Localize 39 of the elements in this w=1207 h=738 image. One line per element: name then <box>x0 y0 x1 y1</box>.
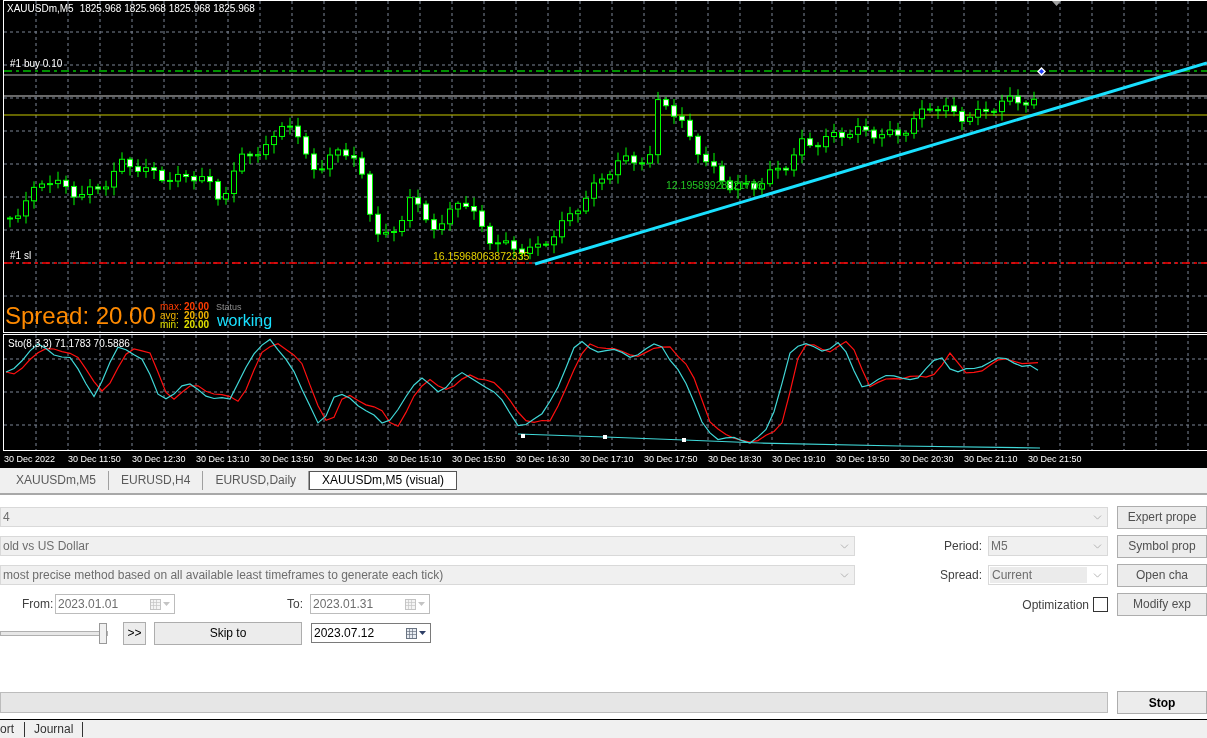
time-axis-label: 30 Dec 21:50 <box>1028 454 1082 465</box>
fast-forward-button[interactable]: >> <box>123 621 146 645</box>
caret-icon <box>163 602 170 606</box>
optimization-label: Optimization <box>1022 597 1089 614</box>
time-axis-label: 30 Dec 2022 <box>4 454 56 465</box>
stop-button[interactable]: Stop <box>1117 691 1207 714</box>
chart-tab[interactable]: XAUUSDm,M5 <box>4 471 109 490</box>
period-label: Period: <box>943 538 982 555</box>
time-axis-label: 30 Dec 12:30 <box>132 454 186 465</box>
time-axis-label: 30 Dec 15:10 <box>388 454 442 465</box>
calendar-icon <box>150 598 161 610</box>
optimization-checkbox[interactable] <box>1093 596 1108 612</box>
caret-icon <box>418 602 425 606</box>
slider-thumb[interactable] <box>99 622 107 644</box>
time-axis-label: 30 Dec 17:50 <box>644 454 698 465</box>
time-axis-label: 30 Dec 11:50 <box>68 454 121 465</box>
chart-tab[interactable]: EURUSD,H4 <box>109 471 204 490</box>
time-axis-label: 30 Dec 13:50 <box>260 454 314 465</box>
caret-icon <box>419 631 426 635</box>
chart-tab[interactable]: XAUUSDm,M5 (visual) <box>309 471 458 490</box>
time-axis-label: 30 Dec 16:30 <box>516 454 570 465</box>
time-axis-label: 30 Dec 17:10 <box>580 454 634 465</box>
time-axis-label: 30 Dec 19:50 <box>836 454 890 465</box>
time-axis-label: 30 Dec 21:10 <box>964 454 1018 465</box>
skip-to-button[interactable]: Skip to <box>154 621 302 645</box>
to-label: To: <box>287 596 303 613</box>
time-axis-label: 30 Dec 18:30 <box>708 454 762 465</box>
bottom-tab[interactable]: Journal <box>25 721 84 737</box>
time-axis-label: 30 Dec 19:10 <box>772 454 826 465</box>
time-axis-label: 30 Dec 15:50 <box>452 454 506 465</box>
time-axis-label: 30 Dec 20:30 <box>900 454 954 465</box>
spread-label: Spread: <box>939 567 982 584</box>
time-axis-label: 30 Dec 14:30 <box>324 454 378 465</box>
time-axis-label: 30 Dec 13:10 <box>196 454 250 465</box>
from-label: From: <box>22 596 54 613</box>
calendar-icon <box>405 598 416 610</box>
date-field[interactable]: 2023.07.12 <box>311 623 431 643</box>
calendar-icon <box>406 627 417 639</box>
bottom-tab[interactable]: ort <box>0 721 25 737</box>
